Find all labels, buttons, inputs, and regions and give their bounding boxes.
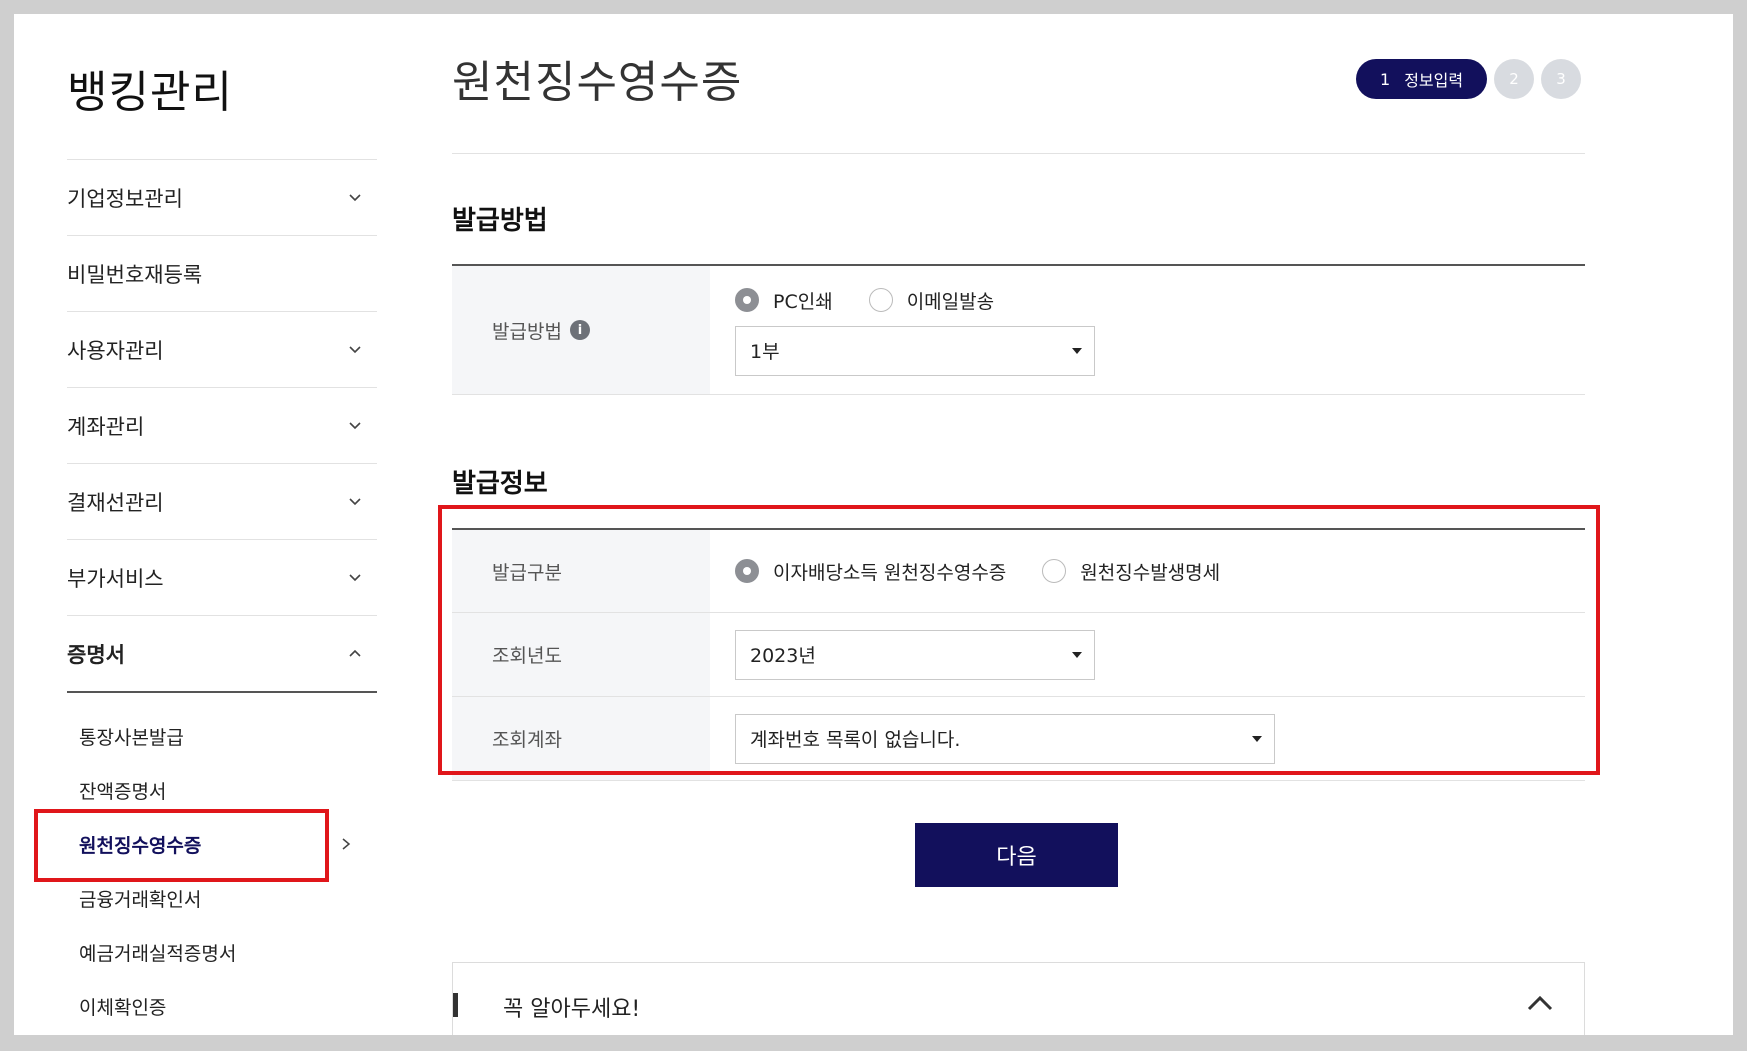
account-row-label: 조회계좌 [452, 697, 710, 780]
select-value: 1부 [750, 341, 780, 363]
select-value: 2023년 [750, 645, 816, 667]
radio-label: 원천징수발생명세 [1080, 561, 1221, 584]
sidebar-menu: 기업정보관리 비밀번호재등록 사용자관리 계좌관리 결재선관리 부가서비스 증명… [67, 159, 377, 1033]
info-form: 발급구분 이자배당소득 원천징수영수증 원천징수발생명세 조회년도 2023년 … [452, 528, 1585, 781]
radio-circle [868, 288, 893, 312]
sidebar-title: 뱅킹관리 [67, 67, 233, 118]
sidebar-item-label: 계좌관리 [67, 414, 145, 439]
sidebar-item-label: 기업정보관리 [67, 186, 183, 211]
method-radio-group: PC인쇄 이메일발송 [735, 287, 1585, 314]
type-radio-group: 이자배당소득 원천징수영수증 원천징수발생명세 [735, 558, 1585, 585]
submenu-item-label: 원천징수영수증 [79, 834, 202, 857]
radio-email-send[interactable]: 이메일발송 [868, 287, 995, 314]
sidebar-item-accounts[interactable]: 계좌관리 [67, 387, 377, 463]
sidebar-item-label: 부가서비스 [67, 566, 164, 591]
notice-bar [453, 993, 458, 1017]
submenu-item-label: 금융거래확인서 [79, 888, 202, 911]
submenu-item-balance-certificate[interactable]: 잔액증명서 [67, 763, 377, 817]
year-row-label: 조회년도 [452, 613, 710, 696]
method-row-value: PC인쇄 이메일발송 1부 [710, 266, 1585, 394]
method-form: 발급방법 i PC인쇄 이메일발송 1부 [452, 264, 1585, 395]
page-frame: 뱅킹관리 기업정보관리 비밀번호재등록 사용자관리 계좌관리 결재선관리 부가서… [14, 14, 1733, 1035]
step-label: 정보입력 [1404, 71, 1464, 90]
divider [452, 153, 1585, 154]
select-value: 계좌번호 목록이 없습니다. [750, 729, 961, 751]
year-row-value: 2023년 [710, 613, 1585, 696]
page-title: 원천징수영수증 [452, 57, 743, 108]
submenu-item-transfer-confirmation[interactable]: 이체확인증 [67, 979, 377, 1033]
type-row-value: 이자배당소득 원천징수영수증 원천징수발생명세 [710, 530, 1585, 612]
info-section-title: 발급정보 [452, 469, 548, 499]
certificates-submenu: 통장사본발급 잔액증명서 원천징수영수증 금융거래확인서 예금거래실적증명서 이… [67, 693, 377, 1033]
chevron-right-icon [342, 838, 351, 850]
radio-interest-dividend-receipt[interactable]: 이자배당소득 원천징수영수증 [735, 558, 1006, 585]
sidebar-item-approval-line[interactable]: 결재선관리 [67, 463, 377, 539]
chevron-down-icon [349, 193, 361, 201]
radio-circle [735, 559, 759, 583]
radio-label: 이메일발송 [906, 290, 995, 313]
year-row: 조회년도 2023년 [452, 613, 1585, 697]
submenu-item-label: 잔액증명서 [79, 780, 167, 803]
year-select[interactable]: 2023년 [735, 629, 1095, 680]
info-icon[interactable]: i [569, 320, 590, 340]
radio-label: PC인쇄 [773, 290, 833, 313]
caret-down-icon [1072, 347, 1082, 354]
submenu-item-withholding-receipt[interactable]: 원천징수영수증 [67, 817, 377, 871]
sidebar-item-label: 결재선관리 [67, 490, 164, 515]
notice-title: 꼭 알아두세요! [503, 997, 641, 1022]
chevron-up-icon [349, 649, 361, 657]
notice-panel[interactable]: 꼭 알아두세요! [452, 962, 1585, 1035]
step-2: 2 [1494, 59, 1535, 99]
chevron-down-icon [349, 573, 361, 581]
account-row-value: 계좌번호 목록이 없습니다. [710, 697, 1585, 780]
chevron-up-icon[interactable] [1526, 993, 1554, 1013]
sidebar-item-users[interactable]: 사용자관리 [67, 311, 377, 387]
step-indicator: 1 정보입력 2 3 [1356, 59, 1582, 99]
method-section-title: 발급방법 [452, 206, 548, 236]
chevron-down-icon [349, 345, 361, 353]
radio-withholding-statement[interactable]: 원천징수발생명세 [1042, 558, 1220, 585]
sidebar-item-password[interactable]: 비밀번호재등록 [67, 235, 377, 311]
submenu-item-bankbook-copy[interactable]: 통장사본발급 [67, 709, 377, 763]
submenu-item-label: 이체확인증 [79, 996, 167, 1019]
step-number: 1 [1380, 69, 1391, 89]
submenu-item-deposit-record-certificate[interactable]: 예금거래실적증명서 [67, 925, 377, 979]
step-1-active: 1 정보입력 [1356, 59, 1488, 99]
copies-select[interactable]: 1부 [735, 325, 1095, 376]
submenu-item-financial-transaction-confirmation[interactable]: 금융거래확인서 [67, 871, 377, 925]
chevron-down-icon [349, 497, 361, 505]
caret-down-icon [1252, 735, 1262, 742]
submenu-item-label: 예금거래실적증명서 [79, 942, 237, 965]
account-row: 조회계좌 계좌번호 목록이 없습니다. [452, 697, 1585, 781]
sidebar-item-certificates[interactable]: 증명서 [67, 615, 377, 693]
account-select[interactable]: 계좌번호 목록이 없습니다. [735, 713, 1275, 764]
sidebar-item-label: 증명서 [67, 642, 125, 667]
radio-circle [1042, 559, 1067, 583]
type-row: 발급구분 이자배당소득 원천징수영수증 원천징수발생명세 [452, 530, 1585, 613]
caret-down-icon [1072, 651, 1082, 658]
sidebar-item-label: 비밀번호재등록 [67, 262, 203, 287]
step-3: 3 [1541, 59, 1582, 99]
submenu-item-label: 통장사본발급 [79, 726, 184, 749]
radio-label: 이자배당소득 원천징수영수증 [773, 561, 1007, 584]
method-row-label: 발급방법 i [452, 266, 710, 394]
sidebar-item-company-info[interactable]: 기업정보관리 [67, 159, 377, 235]
radio-pc-print[interactable]: PC인쇄 [735, 287, 833, 314]
sidebar-item-label: 사용자관리 [67, 338, 164, 363]
label-text: 발급방법 [492, 320, 562, 343]
next-button[interactable]: 다음 [915, 823, 1118, 887]
type-row-label: 발급구분 [452, 530, 710, 612]
method-row: 발급방법 i PC인쇄 이메일발송 1부 [452, 266, 1585, 395]
sidebar-item-additional-services[interactable]: 부가서비스 [67, 539, 377, 615]
chevron-down-icon [349, 421, 361, 429]
radio-circle [735, 288, 759, 312]
